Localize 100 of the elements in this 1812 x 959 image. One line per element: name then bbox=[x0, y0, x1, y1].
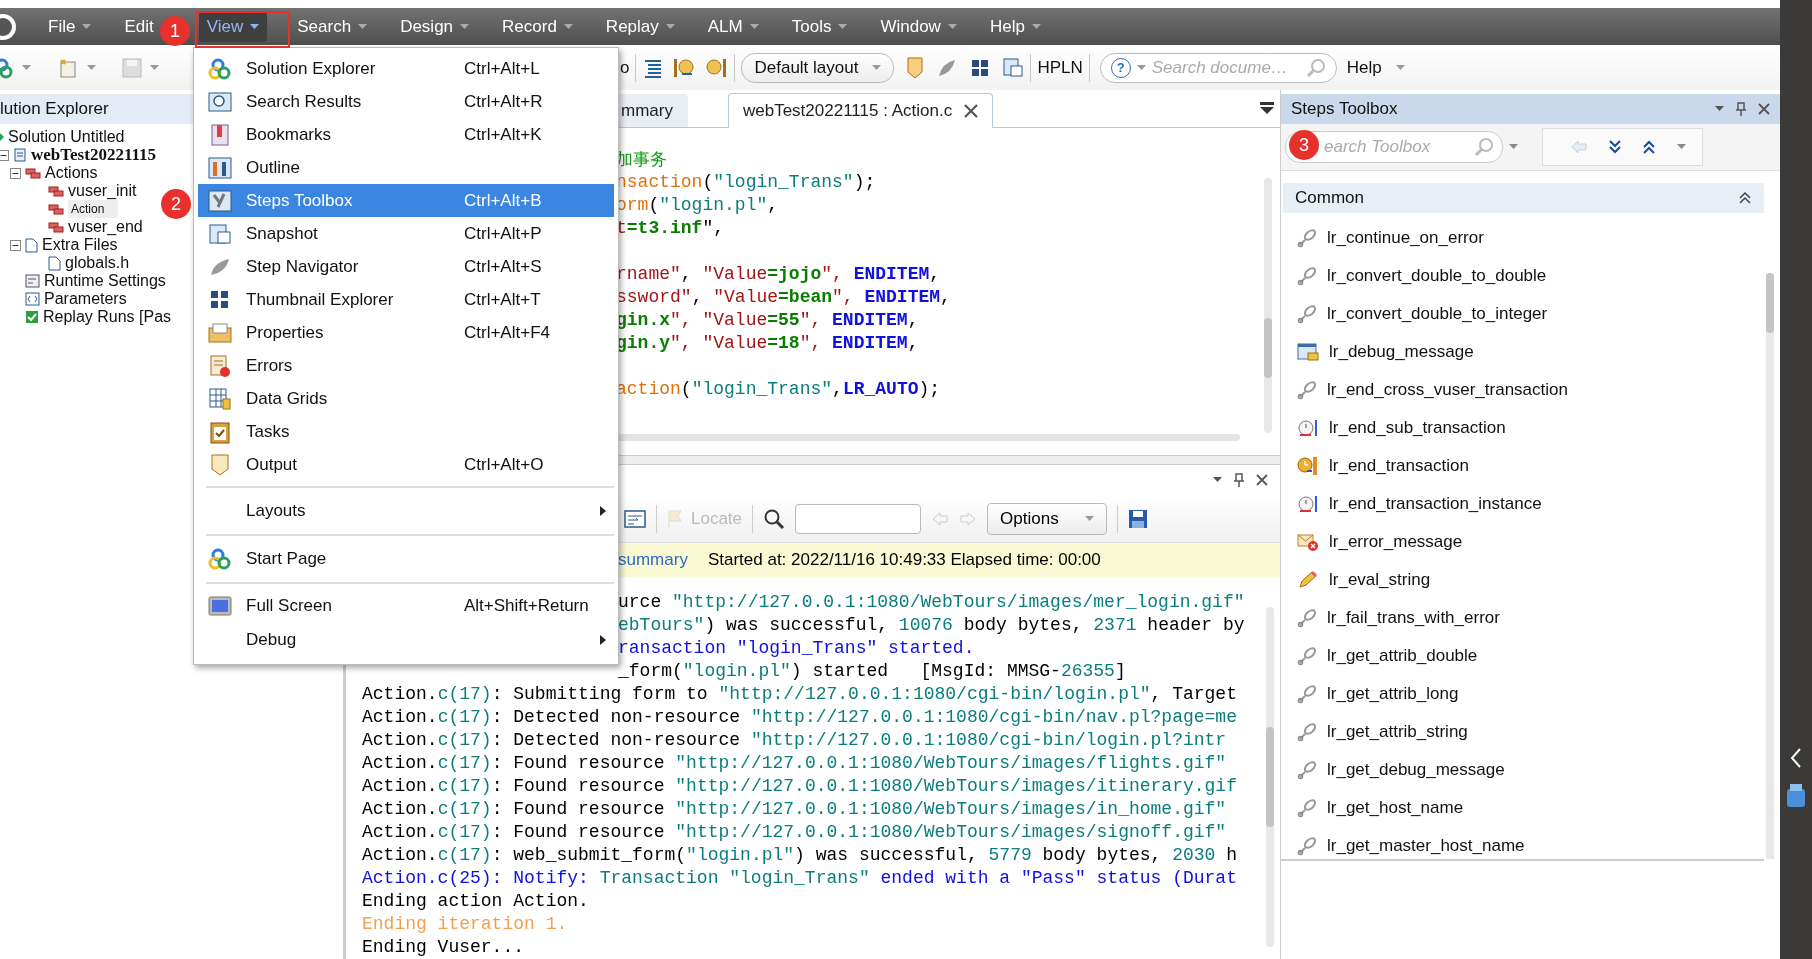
toolbox-step[interactable]: lr_convert_double_to_double bbox=[1327, 266, 1547, 286]
tree-item[interactable]: vuser_end bbox=[68, 218, 143, 236]
menu-item[interactable]: Thumbnail Explorer Ctrl+Alt+T bbox=[198, 283, 614, 316]
tab-list-icon[interactable] bbox=[1260, 102, 1274, 114]
toolbox-step[interactable]: lr_get_attrib_string bbox=[1327, 722, 1468, 742]
toolbox-step[interactable]: lr_get_host_name bbox=[1327, 798, 1464, 818]
scrollbar[interactable] bbox=[1264, 178, 1272, 433]
tree-item[interactable]: Extra Files bbox=[42, 236, 118, 254]
menu-item[interactable]: Data Grids bbox=[198, 382, 614, 415]
window-icon bbox=[208, 222, 232, 245]
hpln-link[interactable]: HPLN bbox=[1037, 57, 1083, 78]
menu-item[interactable]: View bbox=[198, 11, 268, 42]
tree-item[interactable]: Replay Runs [Pas bbox=[43, 308, 172, 326]
menu-item[interactable]: Debug bbox=[198, 622, 614, 658]
menu-item[interactable]: Tools bbox=[783, 11, 856, 42]
tree-item[interactable]: Actions bbox=[45, 164, 98, 182]
menu-item[interactable]: Snapshot Ctrl+Alt+P bbox=[198, 217, 614, 250]
toolbox-step[interactable]: lr_end_sub_transaction bbox=[1329, 418, 1506, 438]
log-line: Ending iteration 1. bbox=[362, 914, 568, 934]
toolbox-step[interactable]: lr_fail_trans_with_error bbox=[1327, 608, 1500, 628]
tools-icon bbox=[208, 155, 232, 180]
help-menu[interactable]: Help bbox=[1336, 53, 1415, 82]
usb-drive-icon[interactable] bbox=[1785, 783, 1807, 809]
close-icon[interactable] bbox=[964, 104, 979, 118]
link-icon bbox=[1297, 646, 1317, 666]
toolbox-step[interactable]: lr_debug_message bbox=[1329, 342, 1474, 362]
toolbox-step[interactable]: lr_convert_double_to_integer bbox=[1327, 304, 1548, 324]
chevron-left-icon[interactable] bbox=[1789, 747, 1803, 769]
toolbox-step[interactable]: lr_get_attrib_long bbox=[1327, 684, 1459, 704]
toolbox-step[interactable]: lr_get_debug_message bbox=[1327, 760, 1505, 780]
options-dropdown[interactable]: Options bbox=[987, 502, 1107, 535]
search-icon bbox=[1474, 137, 1494, 157]
scrollbar[interactable] bbox=[1766, 273, 1774, 859]
settings-icon bbox=[25, 274, 40, 288]
menu-item[interactable]: Help bbox=[981, 11, 1049, 42]
close-icon[interactable] bbox=[1256, 474, 1268, 486]
toolbox-step[interactable]: lr_eval_string bbox=[1329, 570, 1431, 590]
monitor-icon bbox=[208, 594, 232, 617]
collapse-all-icon[interactable] bbox=[1643, 140, 1655, 154]
search-field[interactable]: ? Search docume… bbox=[1099, 52, 1337, 83]
menu-item[interactable]: Output Ctrl+Alt+O bbox=[198, 448, 614, 481]
menu-item[interactable]: Design bbox=[392, 11, 478, 42]
tree-item[interactable]: Action bbox=[68, 200, 119, 218]
menu-item[interactable]: Start Page bbox=[198, 541, 614, 577]
toolbar-label[interactable]: o bbox=[620, 57, 630, 78]
toolbox-step[interactable]: lr_end_transaction bbox=[1329, 456, 1469, 476]
scrollbar[interactable] bbox=[1266, 607, 1274, 947]
save-icon[interactable] bbox=[1127, 508, 1148, 529]
tree-item[interactable]: globals.h bbox=[65, 254, 130, 272]
toolbox-step[interactable]: lr_end_cross_vuser_transaction bbox=[1327, 380, 1568, 400]
log-line: Action.c(17): Found resource "http://127.0.0.1:1080/WebTours/images/flights.gif" bbox=[362, 753, 1227, 773]
pin-icon[interactable] bbox=[1234, 473, 1244, 487]
menu-item[interactable]: Tasks bbox=[198, 415, 614, 448]
tree-item[interactable]: webTest20221115 bbox=[31, 146, 156, 164]
wrap-icon[interactable] bbox=[624, 508, 646, 529]
toolbox-step[interactable]: lr_error_message bbox=[1329, 532, 1463, 552]
editor-tab[interactable]: mmary bbox=[618, 94, 688, 127]
tree-item[interactable]: Solution Untitled bbox=[8, 128, 125, 146]
flag-icon bbox=[667, 508, 685, 529]
collapse-toggle[interactable] bbox=[10, 167, 21, 179]
menu-item[interactable]: Window bbox=[872, 11, 965, 42]
menu-item[interactable]: Layouts bbox=[198, 493, 614, 529]
menu-item[interactable]: Outline bbox=[198, 151, 614, 184]
menu-item[interactable]: Full Screen Alt+Shift+Return bbox=[198, 589, 614, 622]
menu-item[interactable]: Steps Toolbox Ctrl+Alt+B bbox=[198, 184, 614, 217]
caret-icon bbox=[665, 23, 675, 30]
layout-dropdown[interactable]: Default layout bbox=[741, 52, 895, 83]
caret-icon bbox=[82, 23, 92, 30]
menu-item[interactable]: Step Navigator Ctrl+Alt+S bbox=[198, 250, 614, 283]
menu-item[interactable]: File bbox=[40, 11, 100, 42]
menu-item[interactable]: Replay bbox=[597, 11, 683, 42]
expand-all-icon[interactable] bbox=[1609, 140, 1621, 154]
solution-icon[interactable] bbox=[0, 56, 14, 79]
window-icon[interactable] bbox=[1002, 56, 1025, 79]
collapse-icon[interactable] bbox=[1738, 191, 1752, 205]
editor-tab[interactable]: webTest20221115 : Action.c bbox=[727, 93, 994, 128]
find-field[interactable] bbox=[795, 503, 922, 534]
toolbox-step[interactable]: lr_end_transaction_instance bbox=[1329, 494, 1542, 514]
menu-item[interactable]: Errors bbox=[198, 349, 614, 382]
toolbox-step[interactable]: lr_get_attrib_double bbox=[1327, 646, 1478, 666]
menu-item[interactable]: Properties Ctrl+Alt+F4 bbox=[198, 316, 614, 349]
menu-item[interactable]: Edit bbox=[116, 11, 154, 42]
pin-icon[interactable] bbox=[1736, 102, 1746, 116]
tree-item[interactable]: Parameters bbox=[44, 290, 127, 308]
bookmark-icon[interactable] bbox=[906, 55, 925, 80]
close-icon[interactable] bbox=[1758, 103, 1770, 115]
menu-item[interactable]: Record bbox=[494, 11, 581, 42]
collapse-toggle[interactable] bbox=[10, 239, 21, 251]
menu-item[interactable]: Solution Explorer Ctrl+Alt+L bbox=[198, 52, 614, 85]
scrollbar[interactable] bbox=[616, 434, 1240, 441]
collapse-toggle[interactable] bbox=[0, 149, 9, 161]
menu-item[interactable]: Search bbox=[289, 11, 376, 42]
toolbox-step[interactable]: lr_continue_on_error bbox=[1327, 228, 1484, 248]
tree-item[interactable]: vuser_init bbox=[68, 182, 137, 200]
grid-icon[interactable] bbox=[970, 57, 991, 78]
menu-item[interactable]: ALM bbox=[699, 11, 767, 42]
search-icon[interactable] bbox=[763, 507, 786, 530]
tree-item[interactable]: Runtime Settings bbox=[44, 272, 166, 290]
summary-link[interactable]: summary bbox=[618, 550, 688, 570]
toolbox-step[interactable]: lr_get_master_host_name bbox=[1327, 836, 1525, 856]
